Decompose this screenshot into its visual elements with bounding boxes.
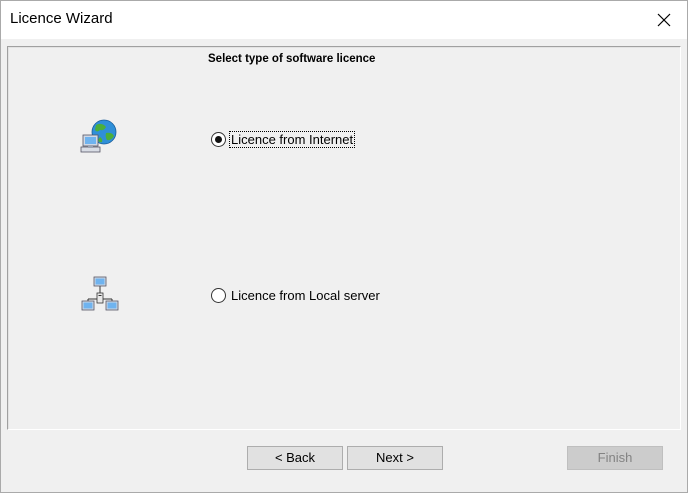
close-button[interactable] (641, 1, 687, 39)
window-title: Licence Wizard (10, 10, 113, 27)
radio-button-unchecked[interactable] (211, 287, 226, 303)
lan-network-icon (81, 276, 119, 311)
radio-label-internet: Licence from Internet (228, 130, 356, 148)
content-panel: Select type of software licence Licence … (7, 46, 681, 430)
title-bar: Licence Wizard (1, 1, 687, 39)
radio-button-checked[interactable] (211, 131, 226, 147)
radio-licence-local-server[interactable]: Licence from Local server (211, 285, 381, 305)
next-button[interactable]: Next > (347, 446, 443, 470)
radio-licence-internet[interactable]: Licence from Internet (211, 129, 356, 149)
finish-button[interactable]: Finish (567, 446, 663, 470)
back-button[interactable]: < Back (247, 446, 343, 470)
radio-label-local-server: Licence from Local server (231, 287, 380, 303)
globe-network-icon (80, 119, 117, 153)
page-heading: Select type of software licence (208, 53, 376, 65)
close-icon (657, 13, 671, 27)
licence-wizard-window: Licence Wizard Select type of software l… (0, 0, 688, 493)
